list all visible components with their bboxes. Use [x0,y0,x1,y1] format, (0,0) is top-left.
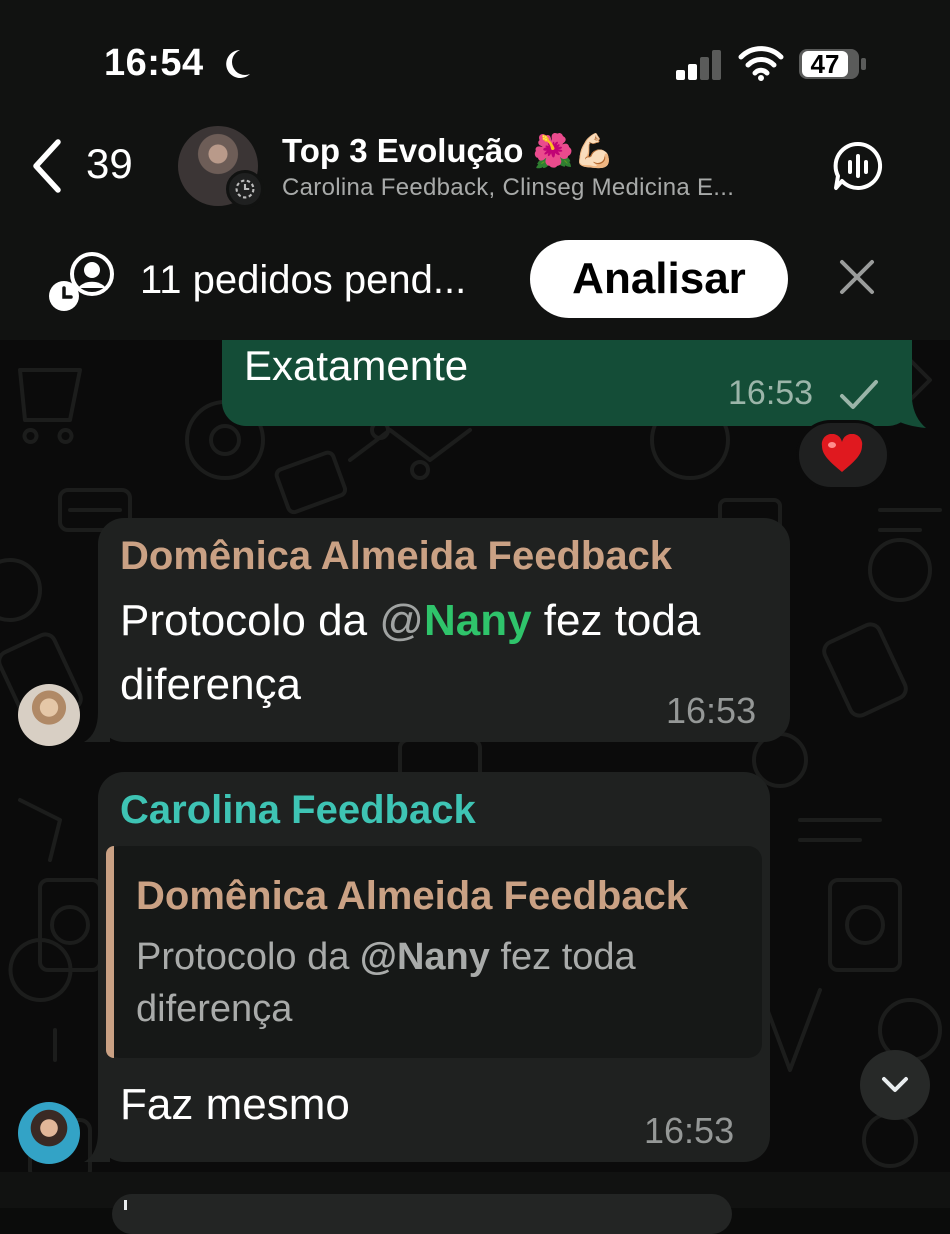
message-text-part: Protocolo da [120,596,380,645]
scroll-to-bottom-button[interactable] [860,1050,930,1120]
close-icon[interactable] [836,256,878,298]
voice-chat-icon[interactable] [832,140,884,192]
analyze-button[interactable]: Analisar [530,240,788,318]
moon-icon [226,50,250,78]
sender-name[interactable]: Domênica Almeida Feedback [120,534,672,579]
message-text: Faz mesmo [120,1080,350,1129]
avatar[interactable] [18,1102,80,1164]
quote-accent-bar [106,846,114,1058]
bubble-tail [84,1132,110,1162]
quoted-sender: Domênica Almeida Feedback [136,874,689,918]
group-members[interactable]: Carolina Feedback, Clinseg Medicina E... [282,174,734,202]
pending-requests-text: 11 pedidos pend... [140,258,467,302]
group-title[interactable]: Top 3 Evolução 🌺💪🏻 [282,132,615,171]
quoted-text-part: Protocolo da [136,936,360,978]
message-text-line2: diferença [120,660,302,709]
message-input[interactable] [112,1194,732,1234]
message-time: 16:53 [666,690,757,731]
avatar[interactable] [18,684,80,746]
wifi-icon [738,46,784,81]
timer-badge-icon [226,170,264,208]
message-time: 16:53 [728,374,814,412]
quoted-text-line2: diferença [136,988,293,1030]
heart-reaction-icon [821,434,863,472]
mention-at: @ [379,596,424,645]
quoted-text: Protocolo da @Nany fez toda [136,936,636,979]
bubble-tail [896,400,926,428]
unread-count[interactable]: 39 [86,140,133,188]
sent-check-icon [840,380,878,409]
pending-requests-icon [49,252,114,311]
quoted-mention: @Nany [359,936,490,978]
sender-name[interactable]: Carolina Feedback [120,788,476,833]
status-time: 16:54 [104,42,204,84]
text-cursor [124,1200,127,1210]
message-text: Protocolo da @Nany fez toda [120,596,700,646]
bubble-tail [84,712,110,742]
message-time: 16:53 [644,1110,735,1151]
quoted-text-part: fez toda [489,936,636,978]
battery-level: 47 [802,51,848,78]
back-chevron-icon[interactable] [28,138,68,194]
signal-icon [676,50,721,80]
chevron-down-icon [882,1077,908,1092]
mention-link[interactable]: Nany [424,596,532,645]
message-text-part: fez toda [531,596,701,645]
message-text: Exatamente [244,342,469,389]
